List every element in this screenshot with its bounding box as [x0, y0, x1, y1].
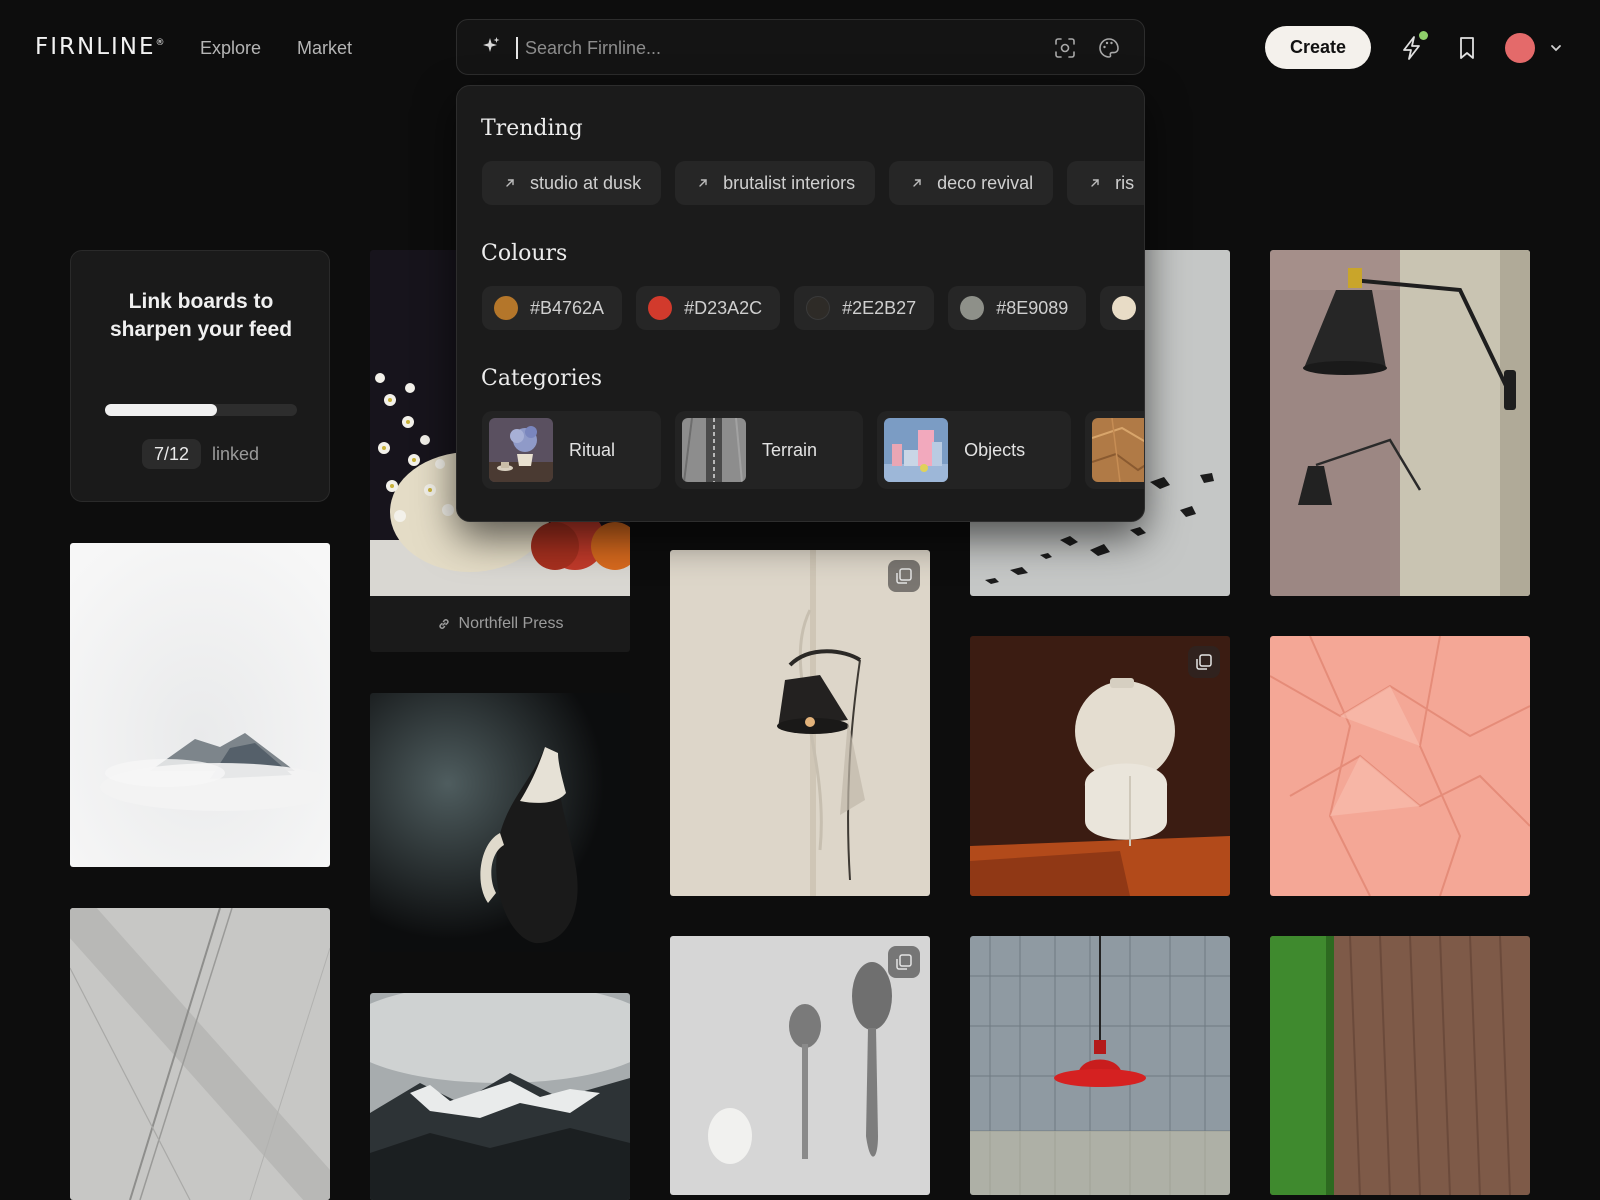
avatar[interactable] [1505, 33, 1535, 63]
pin-pink-paper[interactable] [1270, 636, 1530, 896]
search-suggestions-dropdown: Trending studio at dusk brutalist interi… [456, 85, 1145, 522]
colour-chip[interactable]: #D23A2C [636, 286, 781, 330]
colour-chip[interactable]: #8E9089 [948, 286, 1087, 330]
trend-arrow-icon [1091, 179, 1099, 187]
create-button[interactable]: Create [1265, 26, 1371, 69]
logo-mark: ® [155, 38, 165, 48]
link-progress-bar [105, 404, 297, 416]
pin-stacked-spheres[interactable] [970, 636, 1230, 896]
pin-spoons-egg[interactable] [670, 936, 930, 1195]
pin-image [70, 908, 330, 1200]
pin-ceramic-vase[interactable] [370, 693, 630, 952]
colour-chip-label: #B4762A [530, 297, 605, 318]
category-thumbnail [1092, 418, 1144, 482]
category-chip-objects[interactable]: Objects [877, 411, 1072, 489]
colour-chip-label: #D23A2C [684, 297, 763, 318]
link-boards-card[interactable]: Link boards to sharpen your feed 7/12 li… [70, 250, 330, 502]
trend-arrow-icon [506, 179, 514, 187]
multi-image-icon [888, 946, 920, 978]
trending-heading: Trending [481, 116, 583, 141]
logo-text: FIRNLINE [35, 34, 156, 60]
pin-image [70, 543, 330, 867]
category-chip-terrain[interactable]: Terrain [675, 411, 864, 489]
category-thumbnail [682, 418, 747, 482]
pin-image [370, 693, 630, 952]
category-thumbnail [884, 418, 949, 482]
category-label: Terrain [762, 439, 818, 460]
colour-chip[interactable] [1100, 286, 1144, 330]
search-bar[interactable] [456, 19, 1145, 75]
top-bar: FIRNLINE® Explore Market Create [0, 0, 1600, 96]
category-label: Ritual [569, 439, 616, 460]
text-caret [516, 37, 518, 59]
pin-source-name: Northfell Press [458, 615, 564, 632]
trending-chip[interactable]: ris [1067, 161, 1144, 205]
nav-market[interactable]: Market [297, 38, 352, 59]
link-progress-fill [105, 404, 217, 416]
pin-image [970, 936, 1230, 1195]
pin-swing-arm-lamp[interactable] [1270, 250, 1530, 596]
colour-chip[interactable]: #2E2B27 [794, 286, 935, 330]
sparkle-icon [483, 37, 500, 52]
pin-image [1270, 636, 1530, 896]
linked-count: 7/12 [142, 439, 202, 469]
trending-chip-label: brutalist interiors [723, 172, 856, 193]
category-chip-ritual[interactable]: Ritual [482, 411, 662, 489]
colour-swatch [1112, 296, 1137, 320]
colour-swatch [494, 296, 518, 320]
trending-chip[interactable]: deco revival [889, 161, 1054, 205]
category-chips: Ritual Terrain Objects [482, 411, 1144, 489]
trend-arrow-icon [913, 179, 921, 187]
category-label: Objects [964, 439, 1026, 460]
pin-source-caption[interactable]: Northfell Press [370, 596, 630, 652]
trend-arrow-icon [699, 179, 707, 187]
notification-dot [1419, 31, 1428, 40]
pin-image [370, 993, 630, 1200]
chevron-down-icon[interactable] [1549, 41, 1563, 55]
colour-swatch [806, 296, 831, 320]
scan-icon[interactable] [1054, 37, 1076, 59]
logo[interactable]: FIRNLINE® [35, 34, 165, 60]
colours-heading: Colours [481, 241, 568, 266]
pin-snow-tracks[interactable] [70, 908, 330, 1200]
bookmark-icon[interactable] [1455, 34, 1479, 62]
pin-image [670, 550, 930, 896]
trending-chips: studio at dusk brutalist interiors deco … [482, 161, 1144, 205]
pin-image [1270, 250, 1530, 596]
colour-swatch [960, 296, 985, 320]
link-card-title: Link boards to sharpen your feed [109, 290, 293, 341]
pin-cloudy-mountains[interactable] [370, 993, 630, 1200]
pin-wall-sconce[interactable] [670, 550, 930, 896]
multi-image-icon [1188, 646, 1220, 678]
colour-chips: #B4762A #D23A2C #2E2B27 #8E9089 [482, 286, 1144, 330]
trending-chip[interactable]: studio at dusk [482, 161, 662, 205]
colour-swatch [648, 296, 673, 320]
pin-image [1270, 936, 1530, 1195]
colour-chip[interactable]: #B4762A [482, 286, 623, 330]
multi-image-icon [888, 560, 920, 592]
search-input[interactable] [525, 32, 965, 64]
pin-misty-peak[interactable] [70, 543, 330, 867]
trending-chip-label: studio at dusk [530, 172, 642, 193]
pin-aerial-field[interactable] [1270, 936, 1530, 1195]
colour-chip-label: #8E9089 [996, 297, 1069, 318]
palette-icon[interactable] [1098, 37, 1120, 59]
categories-heading: Categories [481, 366, 602, 391]
linked-label: linked [212, 444, 260, 464]
pin-red-pendant-lamp[interactable] [970, 936, 1230, 1195]
colour-chip-label: #2E2B27 [842, 297, 917, 318]
category-thumbnail [489, 418, 553, 482]
trending-chip[interactable]: brutalist interiors [675, 161, 876, 205]
trending-chip-label: ris [1115, 172, 1135, 193]
nav-explore[interactable]: Explore [200, 38, 261, 59]
link-icon [438, 619, 449, 629]
trending-chip-label: deco revival [937, 172, 1034, 193]
category-chip-su[interactable]: Su [1085, 411, 1144, 489]
